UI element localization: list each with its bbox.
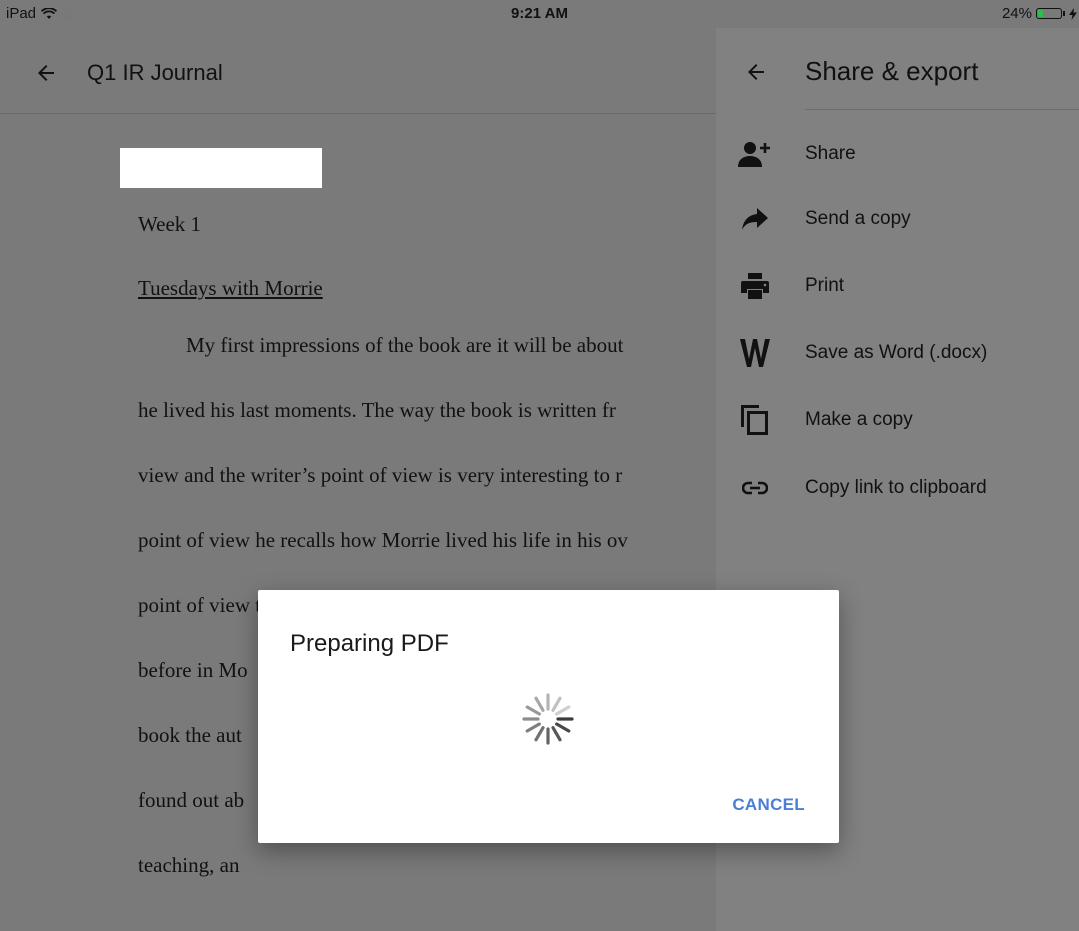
printer-icon bbox=[738, 269, 772, 303]
panel-title: Share & export bbox=[805, 56, 979, 86]
add-person-icon bbox=[738, 137, 772, 171]
spinner-spoke bbox=[525, 705, 541, 716]
cancel-button[interactable]: CANCEL bbox=[732, 795, 805, 815]
doc-line-week: Week 1 bbox=[138, 212, 202, 236]
doc-paragraph-line: view and the writer’s point of view is v… bbox=[138, 463, 623, 487]
menu-item-label: Share bbox=[805, 143, 856, 164]
status-time: 9:21 AM bbox=[511, 5, 568, 22]
menu-item-make-copy[interactable]: Make a copy bbox=[716, 390, 1079, 450]
loading-spinner-icon bbox=[522, 693, 574, 745]
menu-item-label: Save as Word (.docx) bbox=[805, 342, 988, 363]
forward-arrow-icon bbox=[738, 202, 772, 236]
spinner-spoke bbox=[555, 722, 571, 733]
menu-item-copy-link[interactable]: Copy link to clipboard bbox=[716, 458, 1079, 518]
spinner-spoke bbox=[525, 722, 541, 733]
spinner-spoke bbox=[555, 705, 571, 716]
doc-paragraph-line: teaching, an bbox=[138, 853, 240, 877]
spinner-spoke bbox=[551, 696, 562, 712]
battery-icon bbox=[1036, 8, 1062, 19]
panel-header: Share & export bbox=[716, 28, 1079, 110]
document-title: Q1 IR Journal bbox=[87, 60, 223, 85]
spinner-spoke bbox=[534, 726, 545, 742]
panel-divider bbox=[805, 109, 1079, 110]
battery-percent: 24% bbox=[1001, 5, 1032, 22]
battery-tip bbox=[1063, 11, 1065, 16]
doc-paragraph-line: point of view he recalls how Morrie live… bbox=[138, 528, 628, 552]
menu-item-save-word[interactable]: Save as Word (.docx) bbox=[716, 323, 1079, 383]
link-icon bbox=[738, 471, 772, 505]
menu-item-label: Print bbox=[805, 275, 845, 296]
charging-bolt-icon bbox=[1069, 7, 1077, 20]
menu-item-send-copy[interactable]: Send a copy bbox=[716, 189, 1079, 249]
doc-paragraph-line: he lived his last moments. The way the b… bbox=[138, 398, 616, 422]
status-battery: 24% bbox=[1002, 5, 1077, 22]
doc-paragraph-line: before in Mo bbox=[138, 658, 248, 682]
spinner-spoke bbox=[534, 696, 545, 712]
doc-paragraph-line: My first impressions of the book are it … bbox=[186, 333, 624, 357]
preparing-pdf-dialog: Preparing PDF CANCEL bbox=[258, 590, 839, 843]
status-bar: iPad 9:21 AM 24% bbox=[0, 0, 1079, 28]
dialog-title: Preparing PDF bbox=[290, 630, 449, 657]
doc-paragraph-line: book the aut bbox=[138, 723, 242, 747]
battery-level-fill bbox=[1038, 10, 1043, 17]
doc-paragraph-line: found out ab bbox=[138, 788, 245, 812]
menu-item-print[interactable]: Print bbox=[716, 256, 1079, 316]
redacted-name-block bbox=[120, 148, 322, 188]
copy-icon bbox=[738, 403, 772, 437]
back-arrow-icon[interactable] bbox=[34, 61, 58, 85]
menu-item-label: Send a copy bbox=[805, 208, 911, 229]
panel-back-arrow-icon[interactable] bbox=[744, 60, 768, 84]
spinner-spoke bbox=[551, 726, 562, 742]
menu-item-share[interactable]: Share bbox=[716, 124, 1079, 184]
menu-item-label: Make a copy bbox=[805, 409, 913, 430]
menu-item-label: Copy link to clipboard bbox=[805, 477, 987, 498]
word-icon bbox=[738, 336, 772, 370]
doc-line-book-title: Tuesdays with Morrie bbox=[138, 276, 323, 300]
document-toolbar: Q1 IR Journal bbox=[0, 28, 716, 114]
